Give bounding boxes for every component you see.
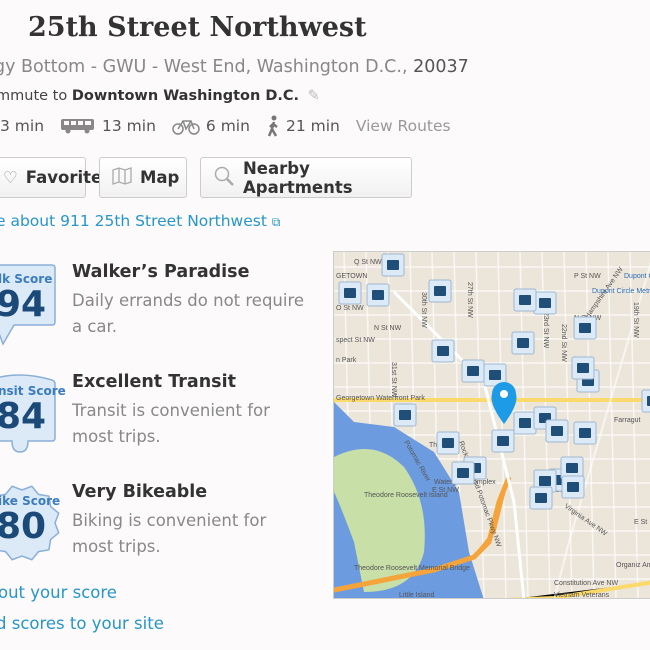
nearby-label: Nearby Apartments: [243, 158, 353, 197]
map-canvas[interactable]: Q St NW GETOWN O St NW N St NW spect St NW n …: [334, 252, 650, 599]
more-about-text: e about 911 25th Street Northwest: [0, 212, 267, 230]
street: [607, 252, 617, 598]
bike-time: 6 min: [205, 117, 250, 135]
walk-score-badge[interactable]: lk Score 94: [0, 262, 58, 348]
amenity-marker-icon: [551, 426, 563, 436]
walk-icon: [266, 115, 280, 137]
heart-icon: ♡: [3, 168, 18, 187]
amenity-marker-icon: [517, 338, 529, 348]
external-link-icon: ⧉: [271, 215, 281, 229]
bike-score-heading: Very Bikeable: [72, 482, 208, 502]
map-label: Little Island: [399, 592, 435, 599]
map-label: Q St NW: [354, 259, 382, 266]
amenity-marker-icon: [579, 323, 591, 333]
amenity-marker-icon: [539, 476, 551, 486]
amenity-marker-icon: [535, 493, 547, 503]
transit-score-badge[interactable]: nsit Score 84: [0, 372, 66, 458]
map-label: 22nd St NW: [560, 324, 567, 362]
bus-icon: [60, 118, 96, 134]
amenity-marker-icon: [344, 288, 356, 298]
map-label: O St NW: [336, 305, 364, 312]
amenity-marker-icon: [579, 428, 591, 438]
bike-score-badge[interactable]: ike Score 80: [0, 478, 60, 568]
amenity-marker-icon: [577, 363, 589, 373]
map-label: E St NW: [432, 487, 459, 494]
transit-score-value: 84: [0, 396, 47, 437]
favorite-button[interactable]: ♡ Favorite: [0, 157, 102, 198]
amenity-marker-icon: [399, 410, 411, 420]
favorite-label: Favorite: [25, 168, 103, 187]
walk-score-value: 94: [0, 284, 47, 325]
location-pin-dot: [500, 390, 508, 398]
commute-destination: mmute to Downtown Washington D.C. ✎: [0, 88, 320, 104]
map-label: Map: [140, 168, 180, 187]
address: gy Bottom - GWU - West End, Washington D…: [0, 57, 469, 77]
transit-score-heading: Excellent Transit: [72, 372, 236, 392]
map-label: Dupont Cir: [624, 273, 650, 280]
amenity-marker-icon: [566, 463, 578, 473]
map-label: Constitution Ave NW: [554, 580, 618, 587]
page-title: 25th Street Northwest: [28, 12, 367, 43]
amenity-marker-icon: [437, 346, 449, 356]
amenity-marker-icon: [489, 370, 501, 380]
pencil-icon[interactable]: ✎: [308, 88, 320, 104]
amenity-marker-icon: [539, 298, 551, 308]
add-scores-link[interactable]: d scores to your site: [0, 614, 164, 633]
amenity-marker-icon: [519, 295, 531, 305]
map-label: 31st St NW: [390, 362, 397, 398]
map-label: 23rd St NW: [542, 312, 549, 349]
map-label: 30th St NW: [420, 292, 427, 328]
map-label: E St: [634, 519, 647, 526]
zip-code: 20037: [413, 57, 469, 77]
walk-score-desc: Daily errands do not require a car.: [72, 291, 305, 336]
amenity-marker-icon: [567, 482, 579, 492]
map-label: n Park: [336, 357, 357, 364]
map-label: Theodore Roosevelt Memorial Bridge: [354, 565, 470, 572]
walk-time: 21 min: [285, 117, 340, 135]
view-routes-link[interactable]: View Routes: [356, 117, 451, 135]
map-label: Organiz American: [616, 562, 650, 569]
bus-time: 13 min: [102, 117, 156, 135]
commute-dest[interactable]: Downtown Washington D.C.: [72, 88, 299, 104]
map-label: 27th St NW: [466, 282, 473, 318]
amenity-marker-icon: [434, 286, 446, 296]
map-label: N St NW: [374, 325, 402, 332]
amenity-marker-icon: [372, 290, 384, 300]
location-pin-icon: [491, 382, 517, 424]
street: [497, 252, 507, 598]
commute-times: 3 min 13 min 6 min 21 min View Routes: [0, 115, 451, 137]
address-text: gy Bottom - GWU - West End, Washington D…: [0, 57, 414, 77]
transit-score-desc: Transit is convenient for most trips.: [72, 401, 270, 446]
map-label: P St NW: [574, 273, 601, 280]
walk-score-heading: Walker’s Paradise: [72, 262, 250, 282]
bike-score-value: 80: [0, 506, 47, 547]
amenity-marker-icon: [519, 418, 531, 428]
amenity-marker-icon: [387, 260, 399, 270]
map-label: 19th St NW: [632, 302, 639, 338]
bike-icon: [172, 117, 200, 135]
about-your-score-link[interactable]: out your score: [0, 583, 117, 602]
amenity-marker-icon: [467, 366, 479, 376]
search-icon: [213, 165, 235, 191]
map-button[interactable]: Map: [99, 157, 187, 198]
map-label: Georgetown Waterfront Park: [336, 395, 425, 402]
amenity-marker-icon: [457, 468, 469, 478]
map-label: Vietnam Veterans: [554, 592, 610, 599]
nearby-apartments-button[interactable]: Nearby Apartments: [200, 157, 412, 198]
amenity-marker-icon: [442, 438, 454, 448]
neighborhood-map[interactable]: Q St NW GETOWN O St NW N St NW spect St NW n …: [333, 251, 650, 599]
map-icon: [112, 166, 132, 189]
drive-time: 3 min: [0, 117, 45, 135]
amenity-marker-icon: [497, 436, 509, 446]
bike-score-desc: Biking is convenient for most trips.: [72, 511, 267, 556]
more-about-link[interactable]: e about 911 25th Street Northwest ⧉: [0, 212, 280, 230]
map-label: GETOWN: [336, 273, 367, 280]
commute-label: mmute to: [0, 88, 72, 104]
map-label: Farragut: [614, 417, 641, 424]
map-label: spect St NW: [336, 337, 375, 344]
